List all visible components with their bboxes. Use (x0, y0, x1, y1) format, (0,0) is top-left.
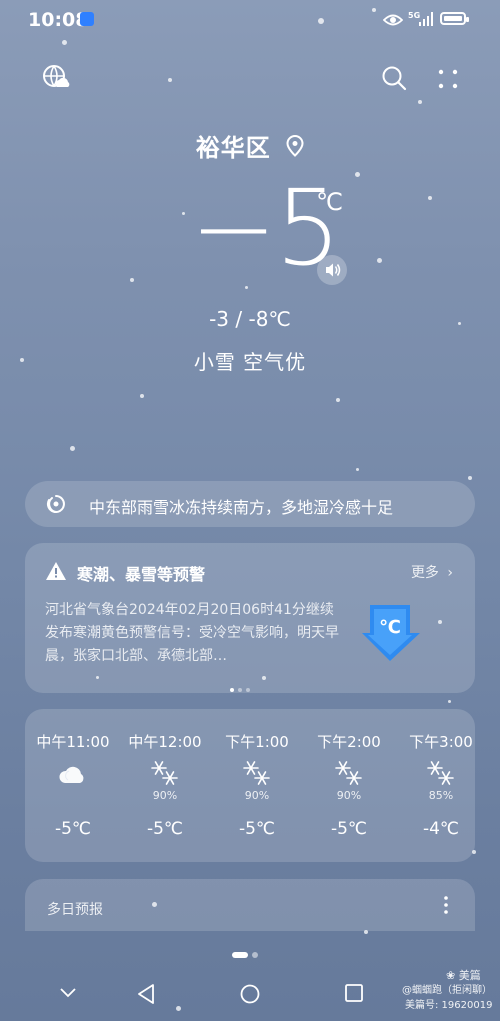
hourly-precip-prob: 90% (244, 789, 270, 802)
alert-body: 河北省气象台2024年02月20日06时41分继续发布寒潮黄色预警信号：受冷空气… (45, 602, 339, 664)
warning-icon (46, 562, 66, 580)
weather-alert-card[interactable]: 寒潮、暴雪等预警 更多 › 河北省气象台2024年02月20日06时41分继续发… (25, 543, 475, 693)
temperature-unit: ℃ (316, 188, 343, 216)
hourly-forecast-card[interactable]: 中午11:00 -5℃ 中午12:00 90% -5℃ 下午1:00 90% -5℃ 下午2:0… (25, 709, 475, 862)
battery-icon (440, 12, 469, 25)
cloudy-icon (59, 766, 84, 783)
home-icon[interactable] (240, 984, 260, 1004)
hourly-precip-prob: 85% (428, 789, 454, 802)
hourly-temp: -4℃ (422, 819, 460, 839)
brand-logo-icon: ❀ (446, 969, 456, 982)
hourly-precip-prob: 90% (336, 789, 362, 802)
recents-icon[interactable] (345, 984, 363, 1002)
alert-more-link[interactable]: 更多 › (411, 562, 453, 582)
watermark-brand: ❀ 美篇 (446, 969, 481, 982)
weather-condition: 小雪 空气优 (193, 350, 307, 374)
hourly-precip-prob: 90% (152, 789, 178, 802)
hourly-time: 下午1:00 (225, 733, 289, 751)
news-text: 中东部雨雪冰冻持续南方，多地湿冷感十足 (89, 498, 394, 517)
multi-day-title: 多日预报 (47, 902, 103, 918)
page-indicator (232, 944, 262, 963)
snow-icon (243, 761, 270, 785)
hourly-temp: -5℃ (146, 819, 184, 839)
snow-icon (151, 761, 178, 785)
city-manage-icon[interactable] (42, 64, 70, 92)
cold-wave-warning-icon: ℃ (362, 605, 420, 661)
multi-day-forecast-card[interactable]: 多日预报 (25, 879, 475, 931)
snow-icon (335, 761, 362, 785)
hourly-time: 下午2:00 (317, 733, 381, 751)
snow-icon (427, 761, 454, 785)
temperature-range: -3 / -8℃ (209, 307, 291, 331)
hourly-temp: -5℃ (238, 819, 276, 839)
weather-news-banner[interactable]: 中东部雨雪冰冻持续南方，多地湿冷感十足 (25, 481, 475, 527)
location-name: 裕华区 (195, 134, 271, 162)
back-icon[interactable] (137, 984, 155, 1004)
watermark-author: @蝈蝈跑（拒闲聊） (402, 985, 492, 996)
hourly-temp: -5℃ (330, 819, 368, 839)
alert-title: 寒潮、暴雪等预警 (77, 565, 206, 584)
carousel-dots (230, 677, 254, 696)
more-icon[interactable] (437, 68, 459, 90)
eye-comfort-icon (383, 14, 403, 26)
signal-icon (419, 12, 433, 26)
location-title[interactable]: 裕华区 (0, 128, 500, 163)
alert-badge-text: ℃ (379, 617, 401, 638)
watermark-id: 美篇号: 19620019 (405, 1000, 493, 1011)
status-bar: 10:08 5G (0, 0, 500, 40)
hourly-time: 中午11:00 (36, 733, 110, 751)
hourly-time: 中午12:00 (128, 733, 202, 751)
watermark: ❀ 美篇 @蝈蝈跑（拒闲聊） 美篇号: 19620019 (402, 968, 492, 1013)
hourly-temp: -5℃ (54, 819, 92, 839)
hourly-time: 下午3:00 (409, 733, 473, 751)
speaker-icon[interactable] (317, 255, 347, 285)
alert-more-label: 更多 (410, 565, 439, 581)
location-pin-icon (286, 134, 304, 157)
search-icon[interactable] (381, 65, 407, 91)
collapse-icon[interactable] (60, 988, 76, 998)
more-options-icon[interactable] (443, 895, 449, 915)
chevron-right-icon: › (447, 565, 453, 581)
typhoon-icon (46, 495, 65, 513)
notification-icon (80, 12, 94, 26)
